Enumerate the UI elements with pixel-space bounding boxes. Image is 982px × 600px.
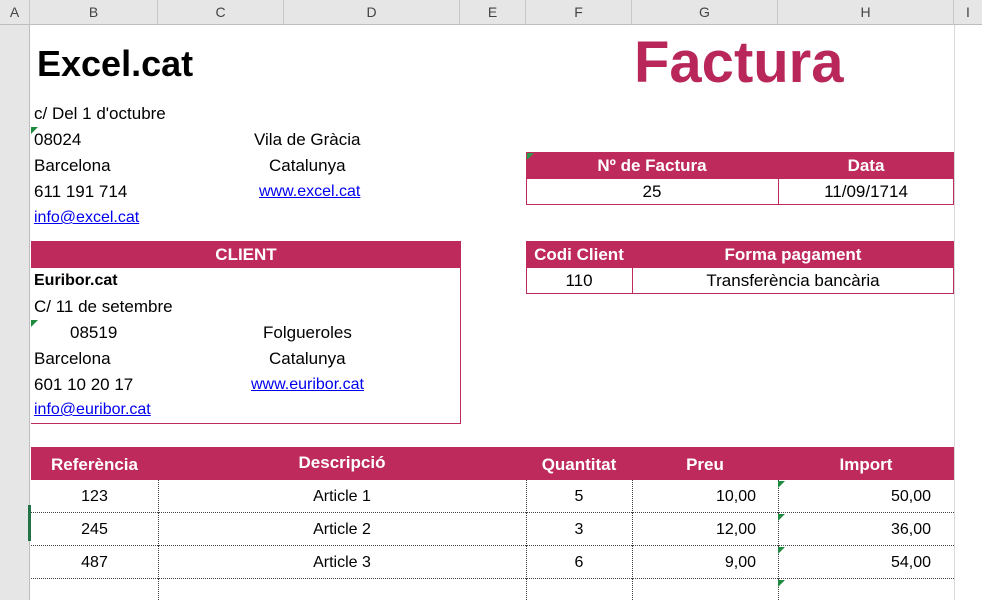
client-code-header: Codi Client	[526, 241, 632, 268]
column-header-b[interactable]: B	[30, 0, 158, 25]
row-price: 10,00	[715, 488, 756, 505]
cell-divider	[526, 579, 527, 600]
invoice-number-value[interactable]: 25	[526, 182, 778, 202]
row-amount: 36,00	[890, 521, 931, 538]
row-reference: 487	[81, 554, 108, 571]
row-price: 12,00	[715, 521, 756, 538]
column-header-i[interactable]: I	[954, 0, 982, 25]
client-region: Catalunya	[269, 349, 346, 368]
client-code-value[interactable]: 110	[526, 271, 632, 291]
row-description: Article 1	[313, 488, 371, 505]
items-table-header: Referència Descripció Quantitat Preu Imp…	[31, 447, 954, 480]
row-quantity: 5	[574, 488, 584, 505]
row-amount: 54,00	[890, 554, 931, 571]
column-header-g[interactable]: G	[632, 0, 778, 25]
company-phone: 611 191 714	[34, 182, 128, 201]
table-row[interactable]: 487 Article 3 6 9,00 54,00	[31, 546, 954, 579]
row-reference: 123	[81, 488, 108, 505]
row-price: 9,00	[724, 554, 756, 571]
header-description: Descripció	[298, 453, 386, 472]
company-zip: 08024	[34, 130, 82, 149]
column-header-d[interactable]: D	[284, 0, 460, 25]
row-amount: 50,00	[890, 488, 931, 505]
payment-method-header: Forma pagament	[632, 241, 954, 268]
invoice-number-header: Nº de Factura	[526, 152, 778, 179]
header-amount: Import	[839, 455, 893, 474]
column-header-c[interactable]: C	[158, 0, 284, 25]
client-email-link[interactable]: info@euribor.cat	[34, 401, 151, 419]
cell-divider	[158, 579, 159, 600]
row-reference: 245	[81, 521, 108, 538]
cell-comment-marker	[527, 153, 534, 160]
payment-method-value[interactable]: Transferència bancària	[632, 271, 954, 291]
invoice-date-value[interactable]: 11/09/1714	[778, 182, 954, 202]
cell-divider	[632, 579, 633, 600]
company-street: c/ Del 1 d'octubre	[34, 104, 166, 123]
row-header-bar[interactable]	[0, 25, 31, 600]
row-amount: -	[778, 587, 931, 600]
header-price: Preu	[686, 455, 724, 474]
client-header: CLIENT	[31, 241, 461, 268]
row-quantity: 3	[574, 521, 584, 538]
company-district: Vila de Gràcia	[254, 130, 361, 149]
worksheet[interactable]: Excel.cat c/ Del 1 d'octubre 08024 Vila …	[31, 25, 982, 600]
company-email-link[interactable]: info@excel.cat	[34, 209, 139, 227]
table-row[interactable]: 123 Article 1 5 10,00 50,00	[31, 480, 954, 513]
table-row[interactable]: 245 Article 2 3 12,00 36,00	[31, 513, 954, 546]
row-description: Article 3	[313, 554, 371, 571]
column-header-h[interactable]: H	[778, 0, 954, 25]
company-web-link[interactable]: www.excel.cat	[259, 183, 360, 201]
cell-comment-marker	[778, 580, 785, 587]
client-web-link[interactable]: www.euribor.cat	[251, 376, 364, 394]
client-zip: 08519	[70, 323, 118, 342]
column-header-f[interactable]: F	[526, 0, 632, 25]
header-quantity: Quantitat	[541, 455, 617, 474]
client-name: Euribor.cat	[34, 272, 118, 289]
client-phone: 601 10 20 17	[34, 375, 134, 394]
row-description: Article 2	[313, 521, 371, 538]
company-city: Barcelona	[34, 156, 111, 175]
document-title: Factura	[634, 30, 844, 95]
column-header-e[interactable]: E	[460, 0, 526, 25]
cell-comment-marker	[31, 320, 38, 327]
company-name: Excel.cat	[37, 43, 194, 84]
client-town: Folgueroles	[263, 323, 352, 342]
company-region: Catalunya	[269, 156, 346, 175]
column-gridline	[954, 25, 955, 600]
invoice-date-header: Data	[778, 152, 954, 179]
row-quantity: 6	[574, 554, 584, 571]
column-header-a[interactable]: A	[0, 0, 30, 25]
client-city: Barcelona	[34, 349, 111, 368]
table-row[interactable]: -	[31, 579, 954, 600]
column-header-bar: A B C D E F G H I	[0, 0, 982, 25]
client-street: C/ 11 de setembre	[34, 297, 173, 316]
header-reference: Referència	[51, 455, 138, 474]
